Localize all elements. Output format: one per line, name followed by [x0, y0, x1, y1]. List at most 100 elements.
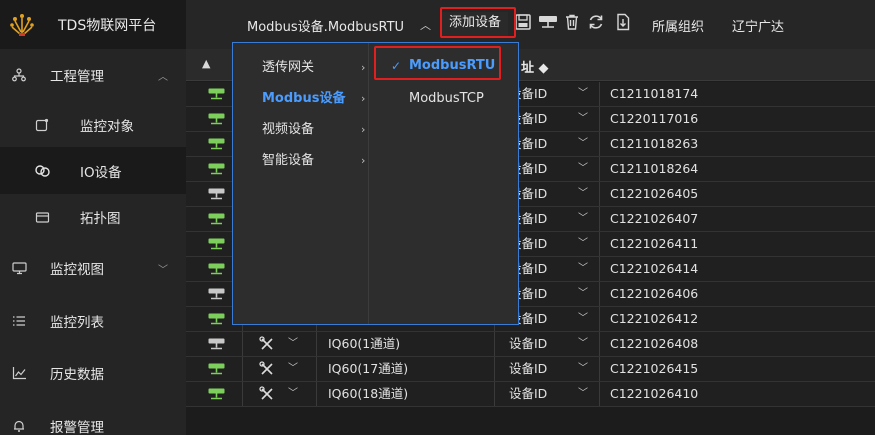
column-divider [494, 382, 495, 406]
chevron-down-icon[interactable]: ﹀ [578, 332, 588, 356]
chevron-down-icon[interactable]: ﹀ [288, 382, 298, 406]
device-code[interactable]: C1221026414 [610, 257, 698, 281]
column-divider [599, 282, 600, 306]
chevron-down-icon[interactable]: ﹀ [578, 382, 588, 406]
chevron-down-icon[interactable]: ﹀ [578, 357, 588, 381]
screen-icon [11, 260, 27, 276]
sidebar-item-monitor-list[interactable]: 监控列表 [0, 306, 186, 336]
device-code[interactable]: C1221026405 [610, 182, 698, 206]
device-code[interactable]: C1220117016 [610, 107, 698, 131]
menu-item-label: 智能设备 [262, 153, 315, 168]
device-code[interactable]: C1221026412 [610, 307, 698, 331]
chevron-right-icon: › [361, 123, 366, 136]
sidebar-item-monitor-view[interactable]: 监控视图 ﹀ [0, 253, 186, 283]
chevron-down-icon[interactable]: ﹀ [578, 182, 588, 206]
address-column-header[interactable]: 址 ◆ [521, 57, 549, 76]
gateway-icon[interactable] [538, 13, 558, 31]
address-type-select[interactable]: 设备ID [509, 332, 547, 356]
device-code[interactable]: C1221026410 [610, 382, 698, 406]
sidebar-item-label: 拓扑图 [80, 211, 121, 227]
address-type-select[interactable]: 设备ID [509, 357, 547, 381]
device-type-select[interactable]: Modbus设备.ModbusRTU [247, 16, 404, 35]
device-code[interactable]: C1221026407 [610, 207, 698, 231]
chevron-down-icon[interactable]: ﹀ [578, 157, 588, 181]
chevron-down-icon[interactable]: ﹀ [578, 257, 588, 281]
chevron-up-icon: ︿ [158, 71, 168, 83]
sidebar-item-label: 工程管理 [50, 69, 104, 85]
column-divider [599, 207, 600, 231]
chevron-down-icon[interactable]: ﹀ [288, 332, 298, 356]
column-divider [599, 82, 600, 106]
delete-icon[interactable] [563, 13, 581, 31]
chevron-down-icon[interactable]: ﹀ [578, 307, 588, 331]
menu-item-label: 视频设备 [262, 122, 315, 137]
highlight-add-device [440, 7, 516, 38]
tools-icon[interactable] [259, 332, 275, 356]
brand-bar: TDS物联网平台 [0, 0, 186, 49]
column-divider [599, 357, 600, 381]
sidebar-item-history[interactable]: 历史数据 [0, 358, 186, 388]
sidebar-item-label: 监控视图 [50, 262, 104, 278]
device-code[interactable]: C1211018263 [610, 132, 698, 156]
org-value[interactable]: 辽宁广达 [732, 16, 784, 35]
device-name: IQ60(18通道) [328, 386, 409, 401]
sidebar-item-project[interactable]: 工程管理 ︿ [0, 60, 186, 90]
table-row[interactable]: ﹀ IQ60(1通道) 设备ID ﹀ C1221026408 [186, 332, 875, 357]
column-divider [316, 332, 317, 356]
menu-divider [368, 43, 369, 324]
save-icon[interactable] [514, 13, 532, 31]
device-status-icon [208, 163, 225, 175]
table-row[interactable]: ﹀ IQ60(17通道) 设备ID ﹀ C1221026415 [186, 357, 875, 382]
chevron-down-icon[interactable]: ﹀ [288, 357, 298, 381]
device-code[interactable]: C1221026411 [610, 232, 698, 256]
column-divider [316, 357, 317, 381]
sidebar-item-label: 历史数据 [50, 367, 104, 383]
chevron-down-icon[interactable]: ﹀ [578, 132, 588, 156]
chart-icon [11, 365, 27, 381]
submenu-item-modbus-tcp[interactable]: ModbusTCP [373, 84, 513, 114]
column-divider [599, 257, 600, 281]
menu-item-video-device[interactable]: 视频设备 › [233, 115, 368, 145]
export-icon[interactable] [614, 13, 632, 31]
device-code[interactable]: C1221026415 [610, 357, 698, 381]
sidebar-item-io-device[interactable]: IO设备 [0, 147, 186, 194]
sidebar: TDS物联网平台 工程管理 ︿ 监控对象 IO设备 拓扑图 监控视图 ﹀ 监控列… [0, 0, 186, 435]
chevron-down-icon[interactable]: ﹀ [578, 282, 588, 306]
sort-icon[interactable]: ▲ [202, 57, 210, 70]
device-status-icon [208, 263, 225, 275]
address-type-select[interactable]: 设备ID [509, 382, 547, 406]
column-divider [242, 357, 243, 381]
device-code[interactable]: C1211018264 [610, 157, 698, 181]
chevron-right-icon: › [361, 61, 366, 74]
menu-item-transparent-gateway[interactable]: 透传网关 › [233, 53, 368, 83]
menu-item-modbus-device[interactable]: Modbus设备 › [233, 84, 368, 114]
chevron-down-icon[interactable]: ﹀ [578, 82, 588, 106]
device-code[interactable]: C1221026408 [610, 332, 698, 356]
chevron-right-icon: › [361, 92, 366, 105]
org-label: 所属组织 [652, 20, 705, 35]
chevron-down-icon[interactable]: ﹀ [578, 207, 588, 231]
sidebar-item-label: 报警管理 [50, 420, 104, 435]
io-device-icon [34, 163, 50, 179]
refresh-icon[interactable] [587, 13, 605, 31]
device-status-icon [208, 213, 225, 225]
chevron-down-icon[interactable]: ﹀ [578, 107, 588, 131]
sidebar-item-monitor-object[interactable]: 监控对象 [0, 110, 186, 140]
sidebar-item-alarm[interactable]: 报警管理 [0, 411, 186, 435]
device-code[interactable]: C1211018174 [610, 82, 698, 106]
device-status-icon [208, 313, 225, 325]
device-code[interactable]: C1221026406 [610, 282, 698, 306]
list-icon [11, 313, 27, 329]
sidebar-item-topology[interactable]: 拓扑图 [0, 202, 186, 232]
sidebar-item-label: 监控对象 [80, 119, 134, 135]
menu-item-smart-device[interactable]: 智能设备 › [233, 146, 368, 176]
tools-icon[interactable] [259, 382, 275, 406]
menu-item-label: Modbus设备 [262, 91, 346, 106]
column-divider [599, 332, 600, 356]
column-divider [599, 307, 600, 331]
chevron-up-icon[interactable]: ︿ [420, 17, 431, 33]
table-row[interactable]: ﹀ IQ60(18通道) 设备ID ﹀ C1221026410 [186, 382, 875, 407]
tools-icon[interactable] [259, 357, 275, 381]
chevron-down-icon[interactable]: ﹀ [578, 232, 588, 256]
column-divider [494, 357, 495, 381]
